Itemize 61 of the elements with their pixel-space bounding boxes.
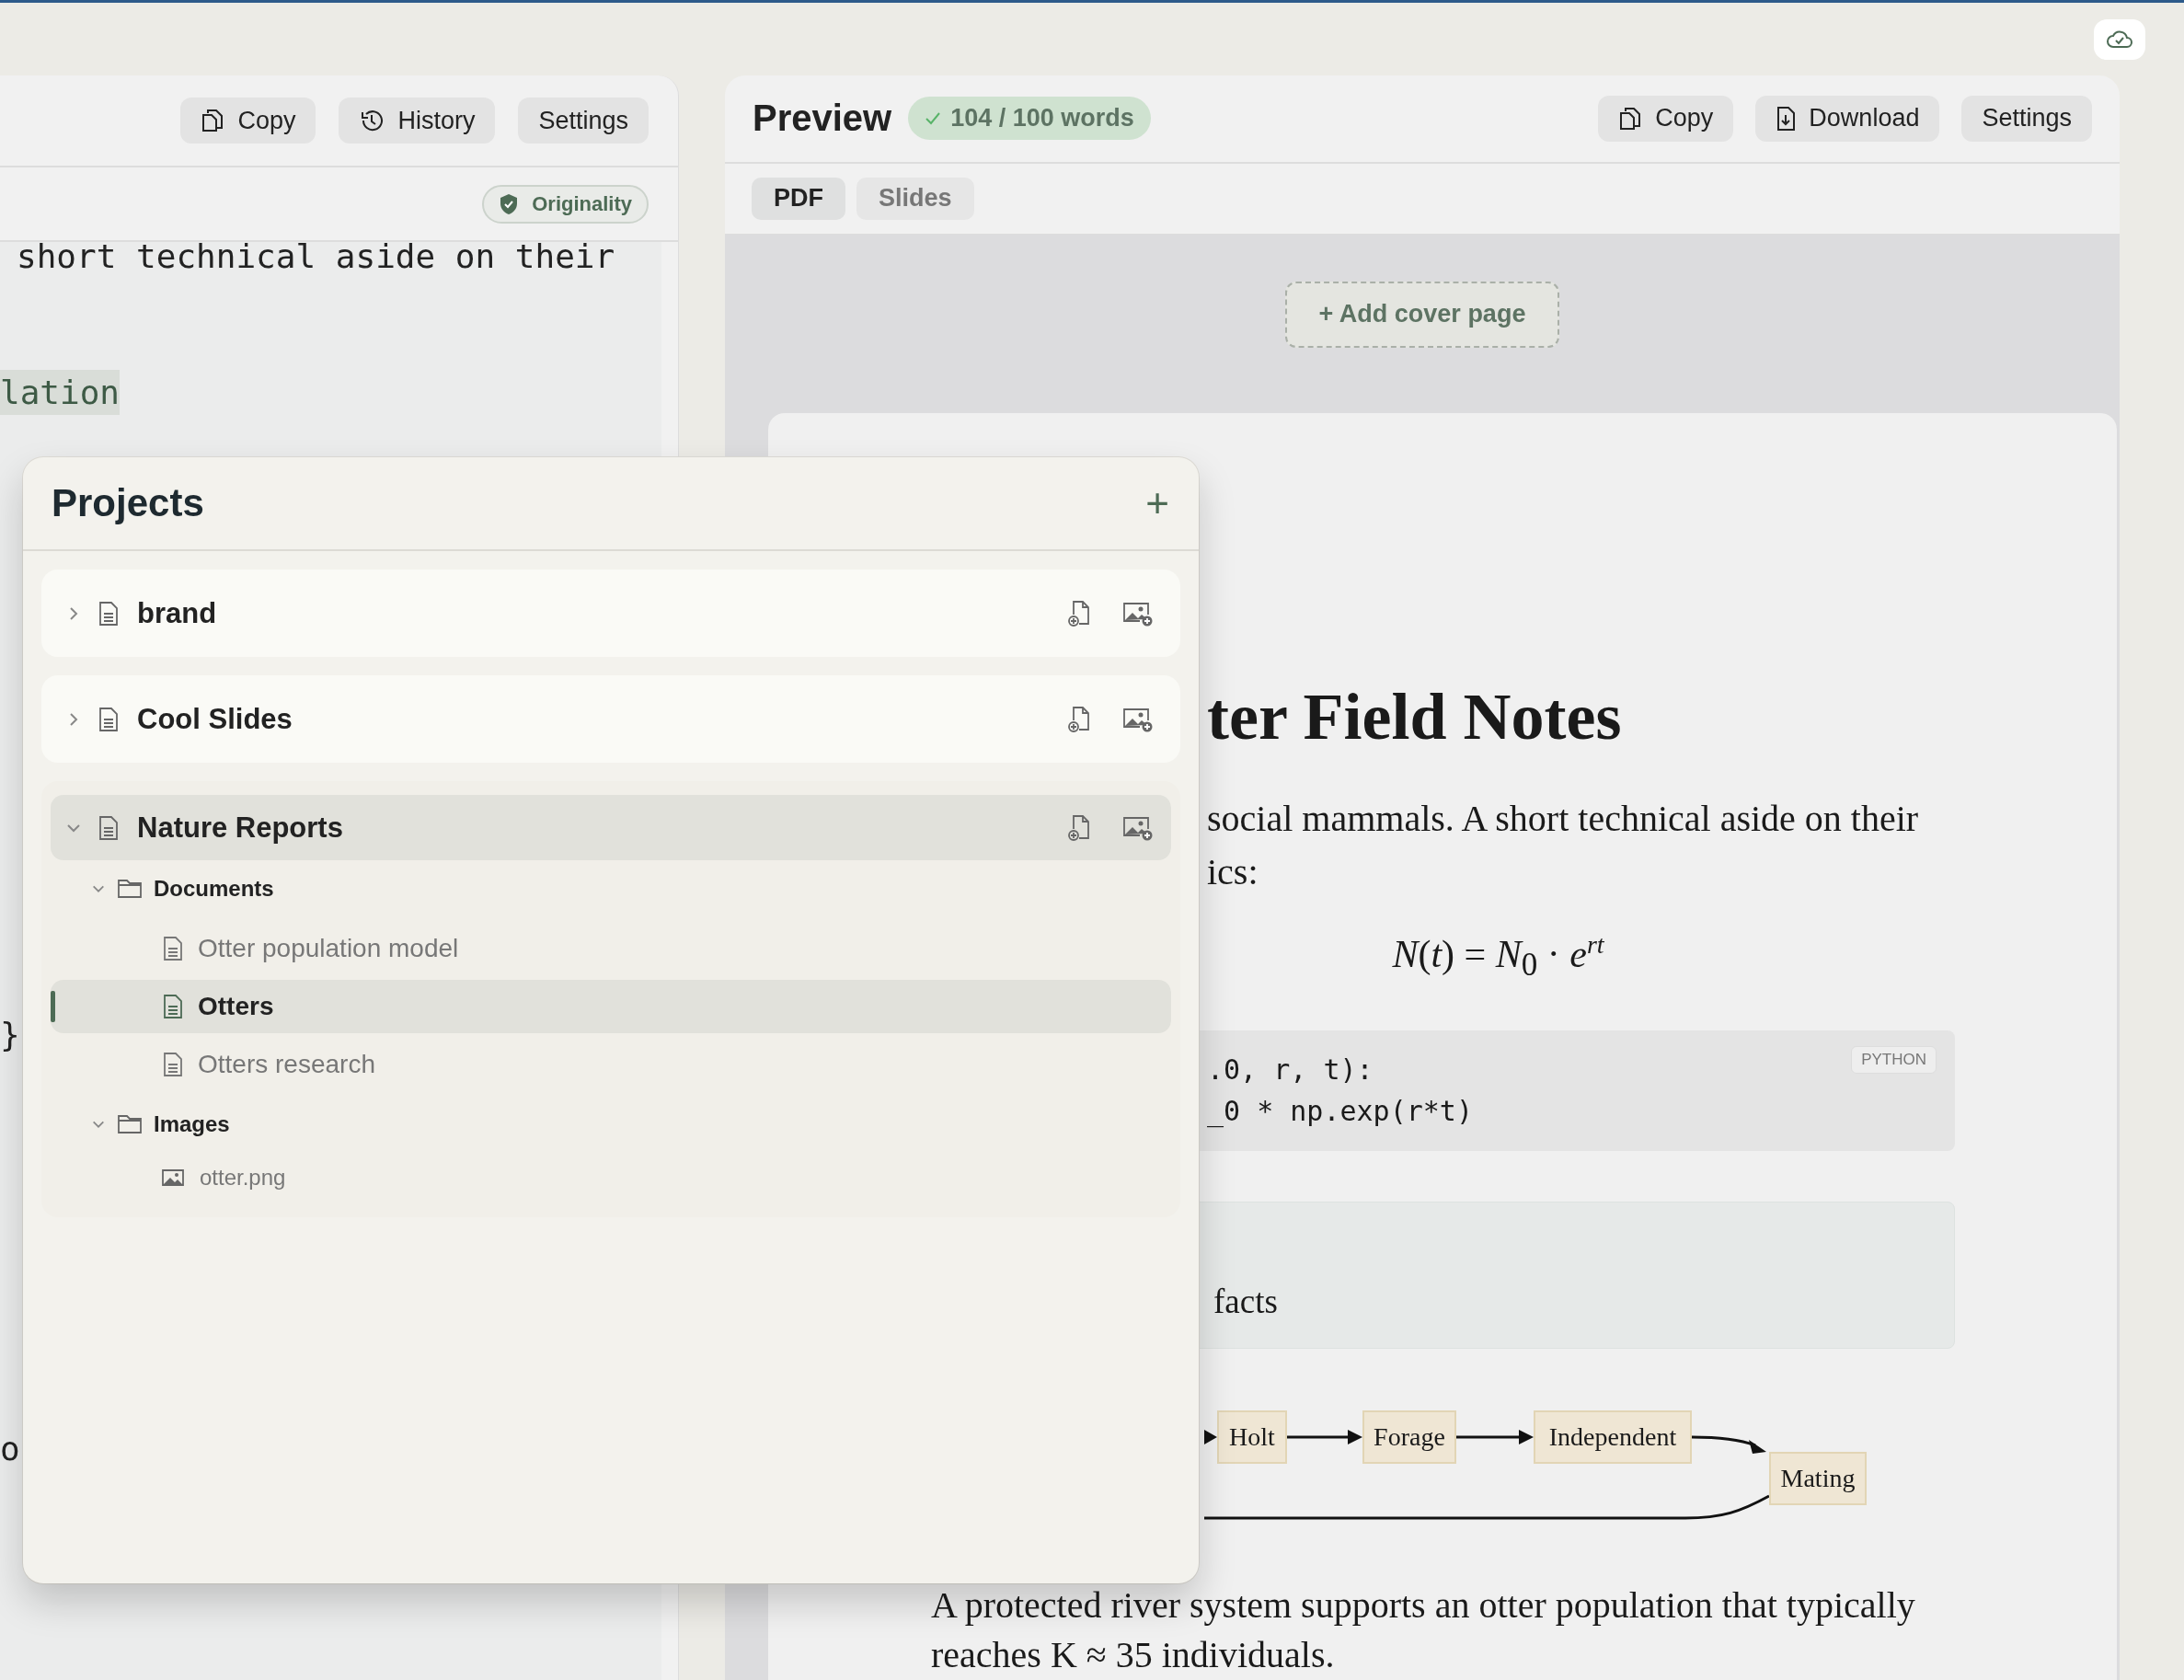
download-button[interactable]: Download bbox=[1755, 95, 1940, 142]
history-icon bbox=[359, 108, 385, 133]
file-row[interactable]: otter.png bbox=[51, 1157, 1171, 1198]
shield-check-icon bbox=[499, 192, 520, 215]
project-row[interactable]: brand bbox=[41, 570, 1180, 657]
document-icon bbox=[163, 994, 183, 1019]
project-row[interactable]: Nature Reports bbox=[51, 795, 1171, 860]
add-project-button[interactable]: + bbox=[1145, 480, 1169, 526]
formula: N(t) = N$_{0}$ · e$^{rt}$ bbox=[1391, 928, 1605, 984]
add-image-icon[interactable] bbox=[1121, 706, 1155, 732]
cloud-sync-button[interactable] bbox=[2094, 18, 2145, 60]
copy-button[interactable]: Copy bbox=[1598, 95, 1734, 142]
editor-line: } bbox=[0, 1016, 20, 1053]
file-row[interactable]: Otters bbox=[51, 980, 1171, 1033]
document-icon bbox=[163, 1052, 183, 1077]
add-image-icon[interactable] bbox=[1121, 600, 1155, 627]
download-icon bbox=[1776, 105, 1797, 132]
file-row[interactable]: Otter population model bbox=[51, 922, 1171, 975]
add-cover-page-button[interactable]: + Add cover page bbox=[1285, 281, 1559, 348]
popover-title: Projects bbox=[52, 481, 204, 525]
image-icon bbox=[161, 1168, 185, 1187]
copy-icon bbox=[1618, 105, 1643, 132]
originality-badge[interactable]: Originality bbox=[482, 184, 649, 224]
panel-title: Preview bbox=[753, 98, 892, 140]
code-line: _0 * np.exp(r*t) bbox=[1207, 1094, 1473, 1130]
new-document-icon[interactable] bbox=[1066, 599, 1092, 627]
arrow bbox=[1204, 1430, 1217, 1444]
document-icon bbox=[98, 600, 119, 627]
diagram-node: Mating bbox=[1769, 1452, 1867, 1505]
editor-line: short technical aside on their bbox=[17, 237, 615, 275]
settings-button[interactable]: Settings bbox=[1961, 95, 2092, 142]
language-tag: PYTHON bbox=[1851, 1046, 1937, 1074]
word-count-badge: 104 / 100 words bbox=[908, 97, 1151, 141]
body-text: ics: bbox=[1207, 849, 1259, 894]
body-text: social mammals. A short technical aside on their bbox=[1207, 796, 1920, 841]
document-icon bbox=[98, 706, 119, 732]
project-row[interactable]: Cool Slides bbox=[41, 675, 1180, 763]
view-tab[interactable]: PDF bbox=[752, 177, 845, 220]
view-tab[interactable]: Slides bbox=[856, 177, 974, 220]
callout-text: facts bbox=[1213, 1283, 1278, 1320]
copy-button[interactable]: Copy bbox=[180, 98, 316, 144]
file-row[interactable]: Otters research bbox=[51, 1038, 1171, 1091]
copy-icon bbox=[201, 108, 225, 133]
document-icon bbox=[163, 936, 183, 961]
document-icon bbox=[98, 814, 119, 841]
new-document-icon[interactable] bbox=[1066, 705, 1092, 733]
diagram-node: Independent bbox=[1534, 1410, 1692, 1464]
new-document-icon[interactable] bbox=[1066, 813, 1092, 842]
document-title: ter Field Notes bbox=[1207, 678, 1623, 755]
paragraph: A protected river system supports an otter population that typically reaches K ≈ 35 individuals. bbox=[931, 1583, 1916, 1677]
folder-row[interactable]: Images bbox=[154, 1111, 230, 1137]
settings-button[interactable]: Settings bbox=[518, 98, 649, 144]
diagram-node: Holt bbox=[1217, 1410, 1287, 1464]
code-line: .0, r, t): bbox=[1207, 1053, 1374, 1087]
folder-icon bbox=[117, 879, 143, 899]
history-button[interactable]: History bbox=[339, 98, 496, 144]
folder-icon bbox=[117, 1114, 143, 1134]
folder-row[interactable]: Documents bbox=[154, 876, 274, 902]
editor-line: o bbox=[0, 1430, 20, 1467]
add-image-icon[interactable] bbox=[1121, 814, 1155, 841]
diagram-node: Forage bbox=[1362, 1410, 1456, 1464]
